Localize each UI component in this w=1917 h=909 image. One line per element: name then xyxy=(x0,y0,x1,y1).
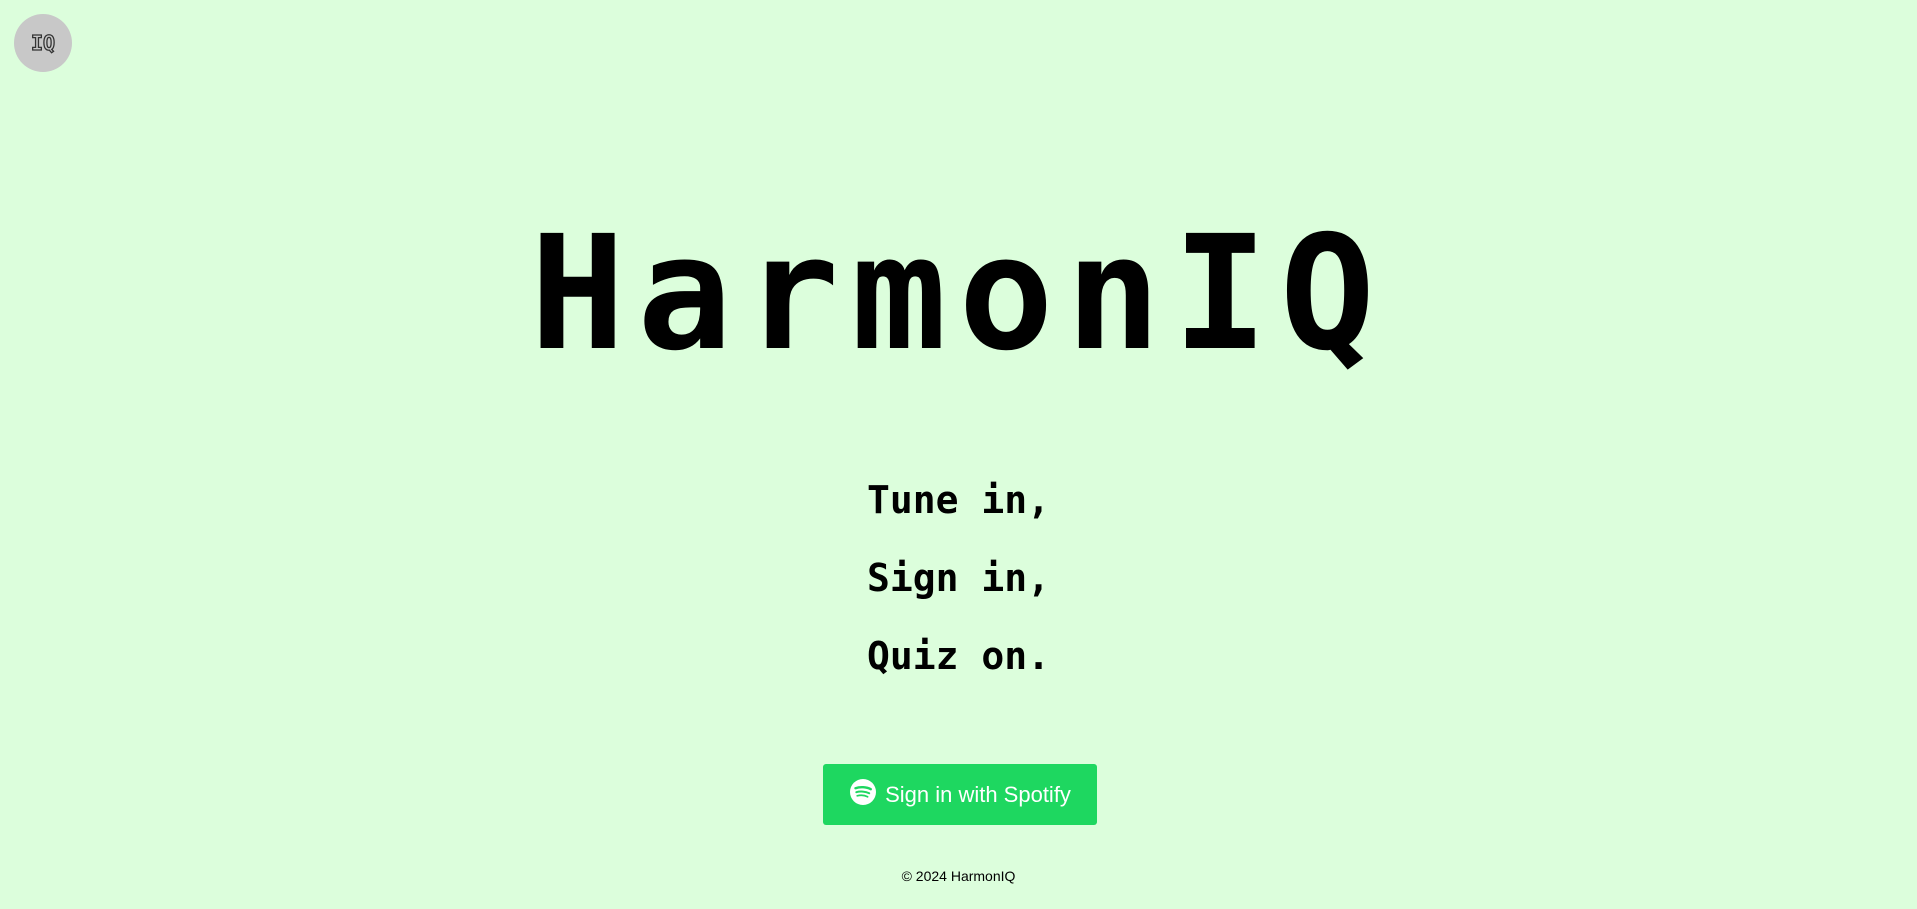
tagline-line-3: Quiz on. xyxy=(866,634,1051,678)
logo-badge[interactable]: IQ xyxy=(14,14,72,72)
spotify-button-label: Sign in with Spotify xyxy=(885,781,1071,807)
svg-text:IQ: IQ xyxy=(31,31,55,55)
tagline-line-2: Sign in, xyxy=(866,556,1051,600)
sign-in-with-spotify-button[interactable]: Sign in with Spotify xyxy=(823,764,1097,825)
spotify-icon xyxy=(849,778,877,806)
tagline-line-1: Tune in, xyxy=(866,478,1051,522)
app-title: HarmonIQ xyxy=(530,202,1387,386)
harmoniq-logo-icon: IQ xyxy=(30,30,55,55)
footer-copyright: © 2024 HarmonIQ xyxy=(901,868,1016,884)
